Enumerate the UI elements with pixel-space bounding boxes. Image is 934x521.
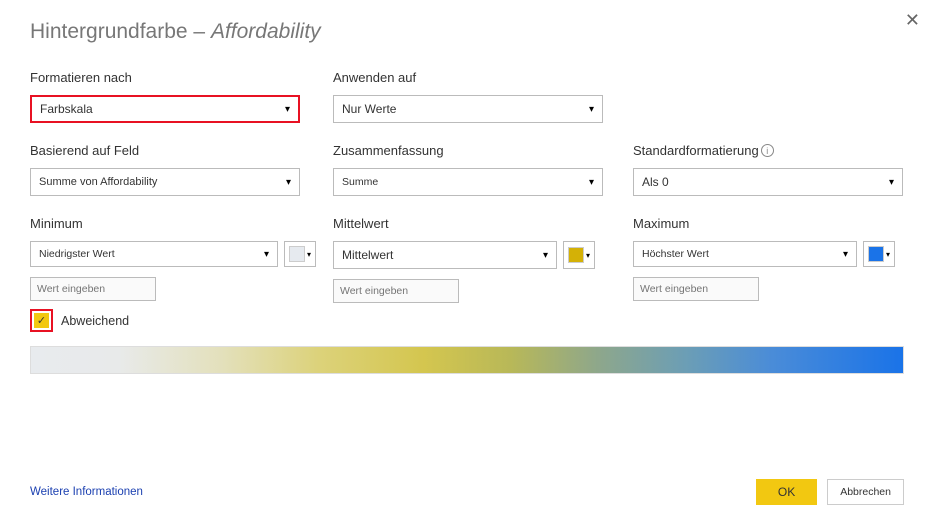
- midpoint-value: Mittelwert: [342, 248, 393, 262]
- based-on-select[interactable]: Summe von Affordability ▾: [30, 168, 300, 196]
- summary-value: Summe: [342, 176, 378, 188]
- cancel-button[interactable]: Abbrechen: [827, 479, 904, 505]
- chevron-down-icon: ▾: [264, 249, 269, 260]
- apply-to-select[interactable]: Nur Werte ▾: [333, 95, 603, 123]
- minimum-select[interactable]: Niedrigster Wert ▾: [30, 241, 278, 267]
- dialog-title: Hintergrundfarbe – Affordability: [30, 20, 904, 44]
- chevron-down-icon: ▾: [586, 251, 590, 260]
- based-on-label: Basierend auf Feld: [30, 143, 333, 158]
- default-fmt-select[interactable]: Als 0 ▾: [633, 168, 903, 196]
- minimum-value: Niedrigster Wert: [39, 248, 115, 260]
- diverging-checkbox-highlight: ✓: [30, 309, 53, 332]
- midpoint-color-picker[interactable]: ▾: [563, 241, 595, 269]
- apply-to-value: Nur Werte: [342, 102, 396, 116]
- diverging-label: Abweichend: [61, 314, 129, 328]
- chevron-down-icon: ▾: [889, 177, 894, 188]
- summary-select[interactable]: Summe ▾: [333, 168, 603, 196]
- default-fmt-text: Standardformatierung: [633, 143, 759, 158]
- format-by-label: Formatieren nach: [30, 70, 333, 85]
- based-on-value: Summe von Affordability: [39, 176, 157, 188]
- maximum-input[interactable]: [633, 277, 759, 301]
- maximum-select[interactable]: Höchster Wert ▾: [633, 241, 857, 267]
- gradient-preview: [30, 346, 904, 374]
- midpoint-swatch: [568, 247, 584, 263]
- maximum-swatch: [868, 246, 884, 262]
- chevron-down-icon: ▾: [886, 250, 890, 259]
- default-fmt-label: Standardformatierungi: [633, 143, 901, 158]
- minimum-swatch: [289, 246, 305, 262]
- chevron-down-icon: ▾: [307, 250, 311, 259]
- title-field: Affordability: [211, 20, 321, 43]
- title-prefix: Hintergrundfarbe –: [30, 20, 211, 43]
- more-info-link[interactable]: Weitere Informationen: [30, 486, 143, 498]
- midpoint-label: Mittelwert: [333, 216, 633, 231]
- chevron-down-icon: ▾: [286, 177, 291, 188]
- maximum-label: Maximum: [633, 216, 901, 231]
- chevron-down-icon: ▾: [589, 104, 594, 115]
- maximum-value: Höchster Wert: [642, 248, 709, 260]
- chevron-down-icon: ▾: [589, 177, 594, 188]
- chevron-down-icon: ▾: [285, 104, 290, 115]
- midpoint-input[interactable]: [333, 279, 459, 303]
- default-fmt-value: Als 0: [642, 175, 669, 189]
- maximum-color-picker[interactable]: ▾: [863, 241, 895, 267]
- chevron-down-icon: ▾: [543, 250, 548, 261]
- format-by-select[interactable]: Farbskala ▾: [30, 95, 300, 123]
- info-icon: i: [761, 144, 774, 157]
- summary-label: Zusammenfassung: [333, 143, 633, 158]
- close-icon[interactable]: ✕: [905, 10, 920, 31]
- diverging-checkbox[interactable]: ✓: [34, 313, 49, 328]
- minimum-color-picker[interactable]: ▾: [284, 241, 316, 267]
- minimum-label: Minimum: [30, 216, 333, 231]
- apply-to-label: Anwenden auf: [333, 70, 633, 85]
- ok-button[interactable]: OK: [756, 479, 817, 505]
- format-by-value: Farbskala: [40, 102, 93, 116]
- minimum-input[interactable]: [30, 277, 156, 301]
- midpoint-select[interactable]: Mittelwert ▾: [333, 241, 557, 269]
- chevron-down-icon: ▾: [843, 249, 848, 260]
